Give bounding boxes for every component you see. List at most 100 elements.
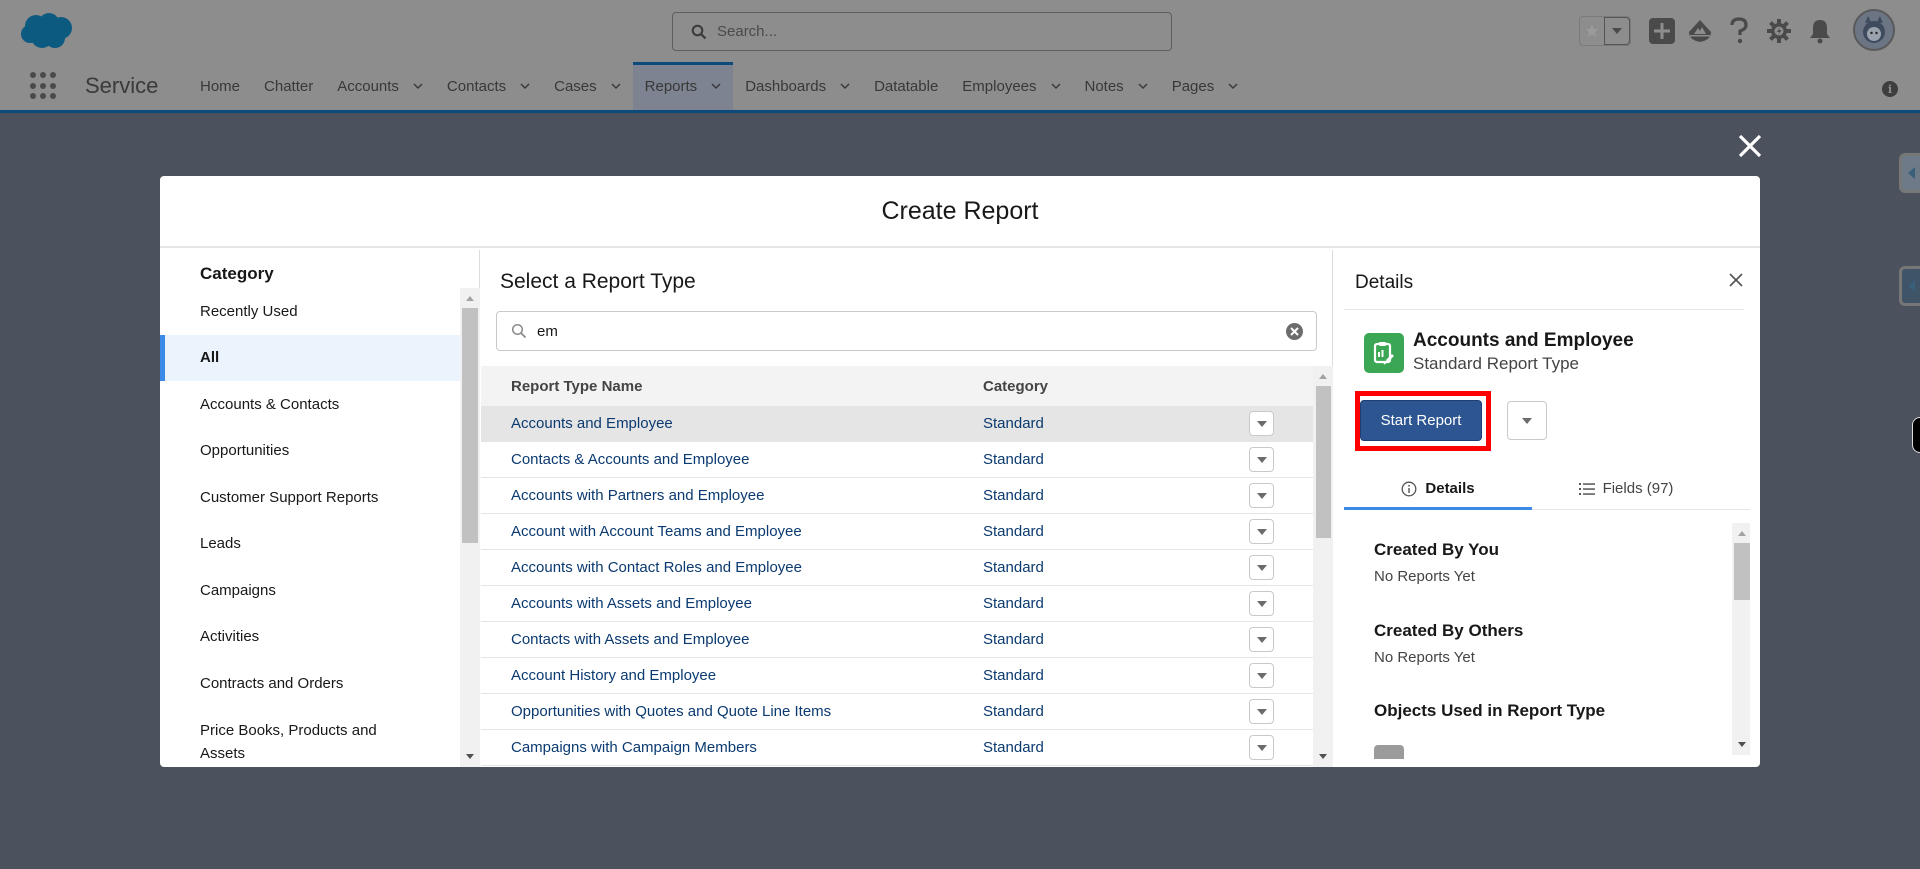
scrollbar-thumb[interactable]	[1316, 386, 1331, 538]
category-item-leads[interactable]: Leads	[160, 521, 460, 568]
category-item-campaigns[interactable]: Campaigns	[160, 567, 460, 614]
category-item-activities[interactable]: Activities	[160, 614, 460, 661]
favorites-star-icon[interactable]: ★	[1580, 17, 1604, 45]
report-type-row[interactable]: Accounts and Employee Standard	[481, 406, 1313, 442]
details-tabs: Details Fields (97)	[1344, 468, 1750, 510]
nav-item-dashboards[interactable]: Dashboards	[733, 62, 862, 110]
details-scrollbar[interactable]	[1732, 523, 1750, 755]
category-scrollbar[interactable]	[460, 288, 480, 767]
report-type-name-link[interactable]: Opportunities with Quotes and Quote Line…	[481, 703, 983, 720]
report-type-row[interactable]: Account History and Employee Standard	[481, 658, 1313, 694]
chevron-down-icon[interactable]	[520, 81, 530, 91]
report-type-name-link[interactable]: Campaigns with Campaign Members	[481, 739, 983, 756]
chevron-down-icon[interactable]	[840, 81, 850, 91]
category-item-price-books[interactable]: Price Books, Products and Assets	[160, 707, 420, 767]
tab-fields[interactable]: Fields (97)	[1532, 468, 1720, 509]
chevron-down-icon[interactable]	[1050, 81, 1061, 91]
close-details-icon[interactable]	[1728, 272, 1744, 288]
info-icon[interactable]: i	[1882, 81, 1898, 97]
chevron-down-icon[interactable]	[1138, 81, 1148, 91]
chevron-down-icon[interactable]	[711, 81, 721, 91]
help-button[interactable]	[1725, 17, 1753, 45]
clear-search-button[interactable]	[1286, 323, 1303, 340]
report-type-row[interactable]: Account with Account Teams and Employee S…	[481, 514, 1313, 550]
category-item-all[interactable]: All	[160, 334, 460, 381]
scroll-up-icon[interactable]	[466, 296, 474, 301]
report-type-name-link[interactable]: Contacts & Accounts and Employee	[481, 451, 983, 468]
trailhead-button[interactable]	[1686, 17, 1714, 45]
report-type-row[interactable]: Accounts with Partners and Employee Stand…	[481, 478, 1313, 514]
salesforce-logo[interactable]	[20, 12, 74, 50]
category-item-accounts-contacts[interactable]: Accounts & Contacts	[160, 381, 460, 428]
report-type-search-input[interactable]	[537, 322, 1257, 340]
report-type-search[interactable]	[496, 311, 1317, 351]
category-item-customer-support[interactable]: Customer Support Reports	[160, 474, 460, 521]
row-actions-button[interactable]	[1249, 447, 1274, 472]
row-actions-button[interactable]	[1249, 591, 1274, 616]
row-actions-button[interactable]	[1249, 735, 1274, 760]
nav-item-chatter[interactable]: Chatter	[252, 62, 325, 110]
app-launcher-button[interactable]	[30, 72, 58, 100]
report-type-row[interactable]: Opportunities with Quotes and Quote Line…	[481, 694, 1313, 730]
report-type-row[interactable]: Accounts with Assets and Employee Standar…	[481, 586, 1313, 622]
setup-button[interactable]	[1765, 17, 1793, 45]
tab-details[interactable]: Details	[1344, 468, 1532, 510]
report-type-name-link[interactable]: Account with Account Teams and Employee	[481, 523, 983, 540]
report-type-name-link[interactable]: Accounts and Employee	[481, 415, 983, 432]
nav-item-notes[interactable]: Notes	[1073, 62, 1160, 110]
close-modal-icon[interactable]	[1737, 133, 1763, 159]
chevron-down-icon[interactable]	[1228, 81, 1238, 91]
row-actions-button[interactable]	[1249, 663, 1274, 688]
report-type-name-link[interactable]: Accounts with Assets and Employee	[481, 595, 983, 612]
global-search-input[interactable]: Search...	[672, 12, 1172, 51]
nav-item-contacts[interactable]: Contacts	[435, 62, 542, 110]
utility-handle[interactable]	[1912, 417, 1920, 453]
nav-item-cases[interactable]: Cases	[542, 62, 633, 110]
report-type-name-link[interactable]: Account History and Employee	[481, 667, 983, 684]
start-report-menu-button[interactable]	[1507, 401, 1547, 440]
utility-dock-tab[interactable]	[1899, 266, 1920, 306]
nav-item-pages[interactable]: Pages	[1160, 62, 1251, 110]
nav-item-home[interactable]: Home	[188, 62, 252, 110]
scroll-up-icon[interactable]	[1319, 374, 1327, 379]
utility-dock-tab[interactable]	[1899, 153, 1920, 193]
category-item-contracts-orders[interactable]: Contracts and Orders	[160, 660, 460, 707]
chevron-down-icon	[1256, 600, 1267, 607]
chevron-down-icon[interactable]	[413, 81, 423, 91]
table-scrollbar[interactable]	[1313, 366, 1333, 767]
objects-used-section: Objects Used in Report Type	[1374, 701, 1605, 721]
report-type-row[interactable]: Accounts with Contact Roles and Employee…	[481, 550, 1313, 586]
report-type-name-link[interactable]: Accounts with Contact Roles and Employee	[481, 559, 983, 576]
nav-item-employees[interactable]: Employees	[950, 62, 1072, 110]
column-header-name[interactable]: Report Type Name	[481, 378, 983, 395]
row-actions-button[interactable]	[1249, 699, 1274, 724]
column-header-category[interactable]: Category	[983, 378, 1249, 395]
scrollbar-thumb[interactable]	[1734, 543, 1750, 600]
row-actions-button[interactable]	[1249, 519, 1274, 544]
report-type-row[interactable]: Campaigns with Campaign Members Standard	[481, 730, 1313, 766]
chevron-down-icon[interactable]	[611, 81, 621, 91]
user-avatar[interactable]	[1853, 9, 1895, 51]
category-item-recently-used[interactable]: Recently Used	[160, 288, 460, 335]
global-actions-button[interactable]	[1648, 17, 1676, 45]
row-actions-button[interactable]	[1249, 627, 1274, 652]
category-item-opportunities[interactable]: Opportunities	[160, 428, 460, 475]
scroll-down-icon[interactable]	[466, 754, 474, 759]
nav-item-datatable[interactable]: Datatable	[862, 62, 950, 110]
report-type-name-link[interactable]: Contacts with Assets and Employee	[481, 631, 983, 648]
favorites-menu-button[interactable]	[1604, 17, 1630, 45]
start-report-button[interactable]: Start Report	[1360, 400, 1482, 441]
nav-item-accounts[interactable]: Accounts	[325, 62, 435, 110]
report-type-row[interactable]: Contacts with Assets and Employee Standar…	[481, 622, 1313, 658]
row-actions-button[interactable]	[1249, 411, 1274, 436]
scrollbar-thumb[interactable]	[462, 308, 478, 543]
scroll-up-icon[interactable]	[1738, 531, 1746, 536]
scroll-down-icon[interactable]	[1319, 754, 1327, 759]
report-type-row[interactable]: Contacts & Accounts and Employee Standard	[481, 442, 1313, 478]
row-actions-button[interactable]	[1249, 483, 1274, 508]
notifications-button[interactable]	[1806, 17, 1834, 45]
report-type-name-link[interactable]: Accounts with Partners and Employee	[481, 487, 983, 504]
scroll-down-icon[interactable]	[1738, 742, 1746, 747]
row-actions-button[interactable]	[1249, 555, 1274, 580]
nav-item-reports[interactable]: Reports	[632, 62, 734, 110]
